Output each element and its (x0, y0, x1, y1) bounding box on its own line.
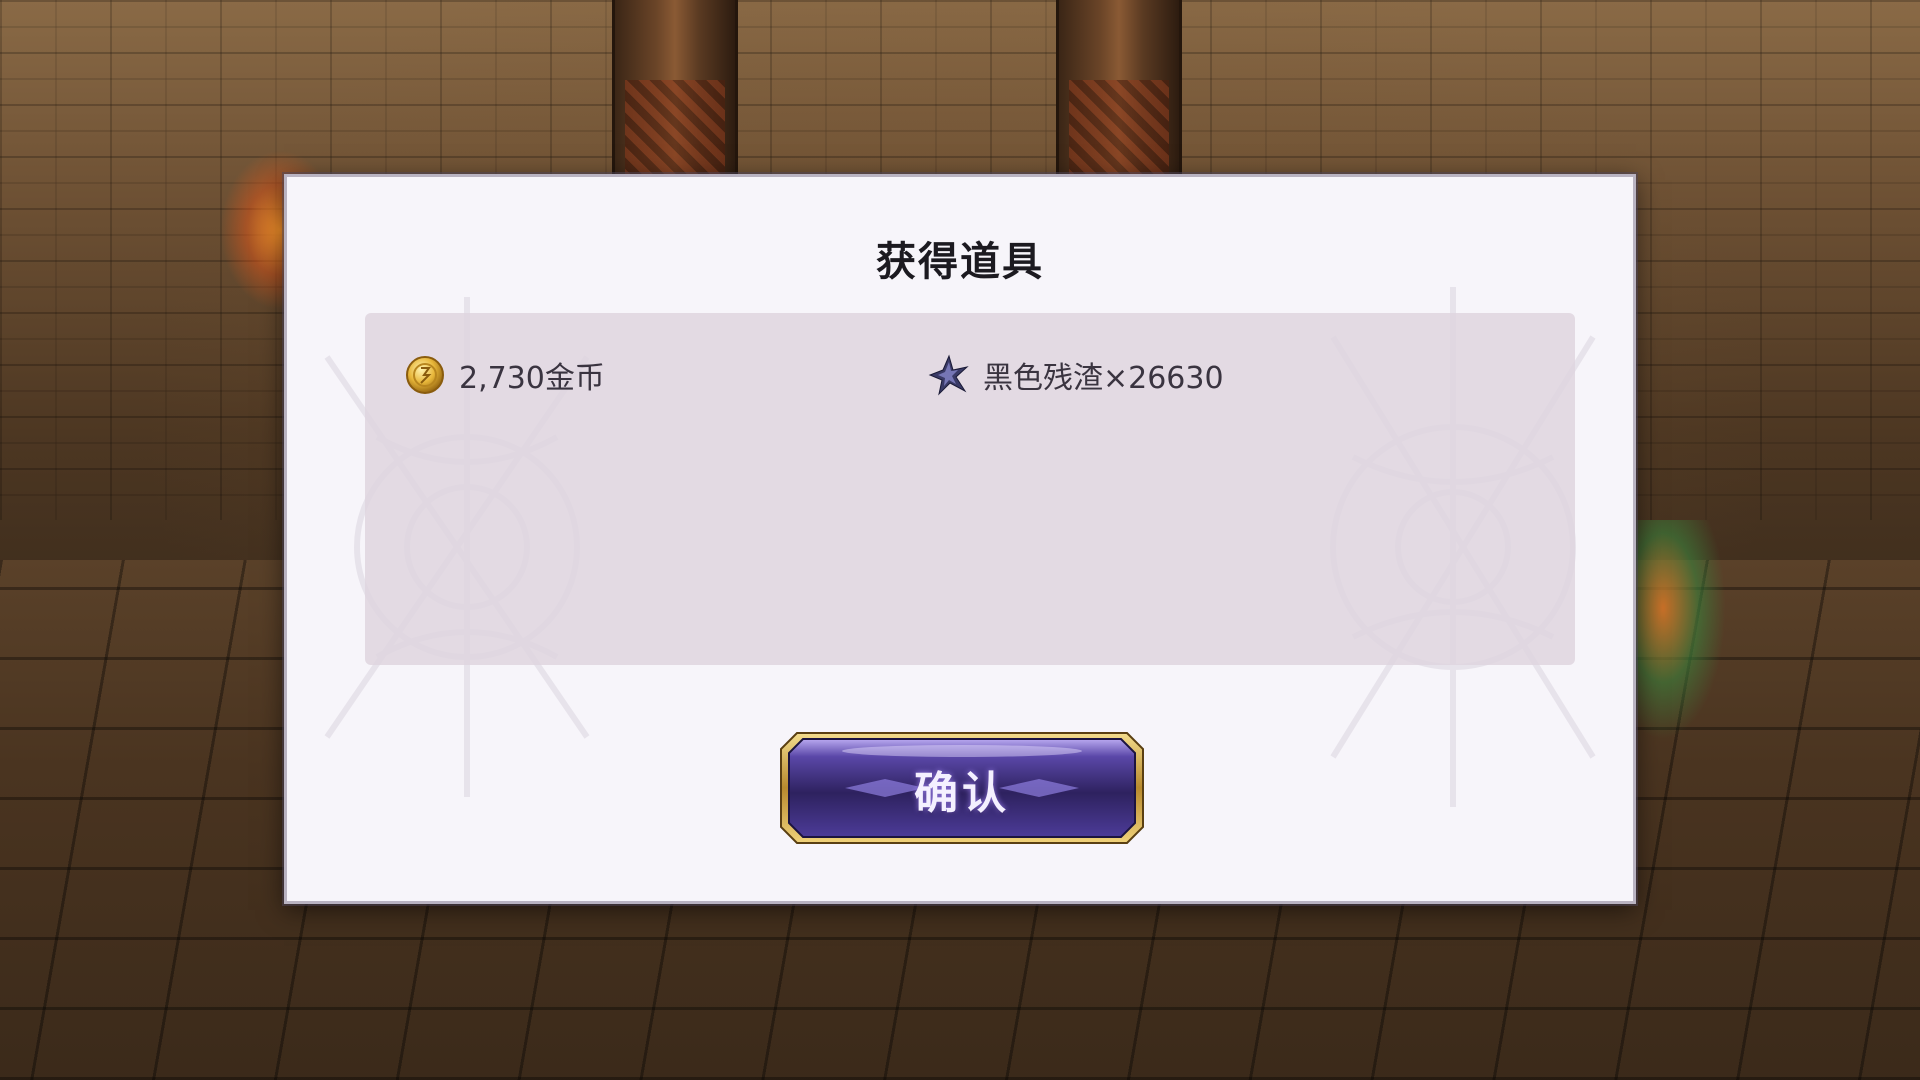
reward-item-gold: 2,730金币 (403, 351, 605, 399)
confirm-button-label: 确认 (914, 768, 1010, 819)
dialog-title: 获得道具 (876, 239, 1044, 285)
gold-coin-icon (406, 356, 444, 394)
black-residue-icon (928, 354, 969, 396)
player-character-partial (1636, 520, 1726, 740)
reward-item-black-residue: 黑色残渣×26630 (927, 351, 1224, 399)
stone-pillar-left (612, 0, 738, 180)
confirm-button[interactable]: 确认 (775, 727, 1149, 849)
item-reward-dialog: 获得道具 2,730金币 黑色残渣×26630 确认 (284, 174, 1636, 904)
reward-list-panel: 2,730金币 黑色残渣×26630 (365, 313, 1575, 665)
reward-label-black-residue: 黑色残渣×26630 (983, 361, 1224, 396)
reward-label-gold: 2,730金币 (459, 361, 605, 396)
stone-pillar-right (1056, 0, 1182, 180)
